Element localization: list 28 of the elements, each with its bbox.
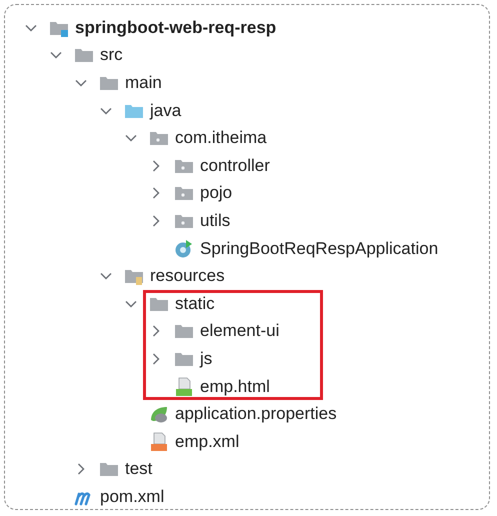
xml-file-icon bbox=[149, 432, 169, 452]
chevron-right-icon[interactable] bbox=[150, 160, 162, 172]
tree-item-label[interactable]: test bbox=[125, 459, 152, 480]
tree-item-label[interactable]: springboot-web-req-resp bbox=[75, 18, 276, 38]
class-icon bbox=[174, 238, 194, 259]
tree-item-label[interactable]: controller bbox=[200, 156, 270, 176]
tree-item-label[interactable]: java bbox=[150, 100, 182, 121]
tree-item-label[interactable]: static bbox=[175, 294, 215, 314]
tree-item-label[interactable]: pom.xml bbox=[100, 486, 164, 507]
tree-item-label[interactable]: emp.html bbox=[200, 376, 270, 397]
tree-item-label[interactable]: utils bbox=[200, 210, 230, 231]
chevron-right-icon[interactable] bbox=[150, 352, 162, 365]
tree-item-label[interactable]: emp.xml bbox=[175, 432, 240, 452]
tree-item-label[interactable]: SpringBootReqRespApplication bbox=[200, 238, 438, 259]
tree-item-label[interactable]: application.properties bbox=[175, 404, 337, 424]
tree-item-label[interactable]: js bbox=[200, 348, 212, 369]
tree-item-label[interactable]: com.itheima bbox=[175, 128, 267, 148]
html-file-icon bbox=[174, 376, 194, 397]
tree-item-label[interactable]: main bbox=[125, 72, 162, 93]
chevron-right-icon[interactable] bbox=[150, 214, 162, 227]
tree-item-label[interactable]: resources bbox=[150, 266, 225, 286]
chevron-right-icon[interactable] bbox=[150, 325, 162, 338]
tree-item-label[interactable]: element-ui bbox=[200, 321, 280, 342]
tree-item-label[interactable]: pojo bbox=[200, 183, 232, 204]
tree-item-label[interactable]: src bbox=[100, 45, 123, 66]
leaf-icon bbox=[149, 404, 169, 424]
chevron-right-icon[interactable] bbox=[150, 187, 162, 200]
chevron-right-icon[interactable] bbox=[75, 463, 87, 476]
